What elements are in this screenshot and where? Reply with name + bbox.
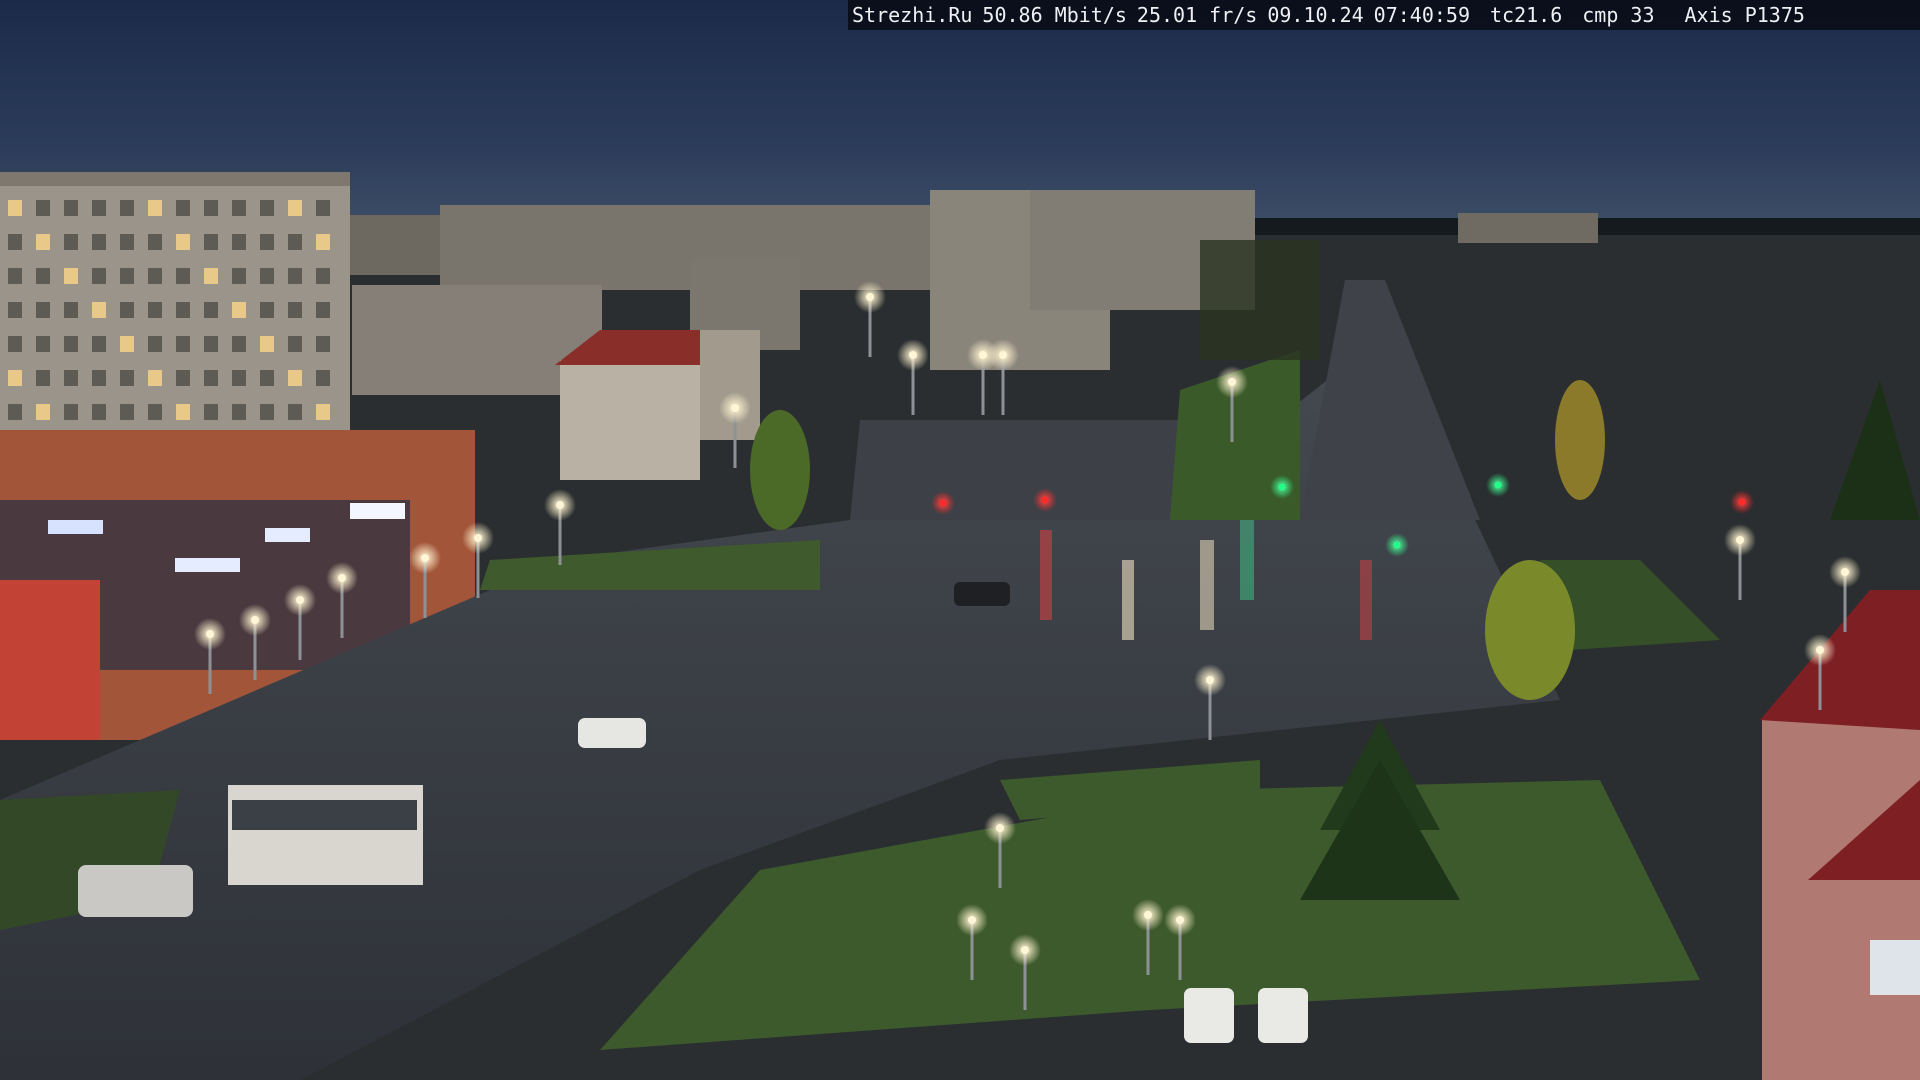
lamp-bulb (731, 404, 739, 412)
lamp-bulb (474, 534, 482, 542)
red-signal (1041, 496, 1049, 504)
bus (228, 785, 423, 885)
lamp-bulb (979, 351, 987, 359)
overlay-bitrate: 50.86 Mbit/s (982, 3, 1127, 27)
plaza (850, 420, 1210, 520)
overlay-time: 07:40:59 (1373, 3, 1470, 27)
lamp-bulb (251, 616, 259, 624)
overlay-tc: tc21.6 (1490, 3, 1563, 27)
camera-overlay: Strezhi.Ru 50.86 Mbit/s 25.01 fr/s 09.10.24… (848, 0, 1920, 30)
lamp-bulb (206, 630, 214, 638)
green-signal (1494, 481, 1502, 489)
white-van (78, 865, 193, 917)
lamp-bulb (866, 293, 874, 301)
lamp-bulb (556, 501, 564, 509)
lamp-bulb (1021, 946, 1029, 954)
lamp-bulb (338, 574, 346, 582)
overlay-site: Strezhi.Ru (852, 3, 973, 27)
overlay-date: 09.10.24 (1267, 3, 1364, 27)
lamp-bulb (999, 351, 1007, 359)
lamp-bulb (909, 351, 917, 359)
green-signal (1393, 541, 1401, 549)
red-signal (1738, 498, 1746, 506)
overlay-framerate: 25.01 fr/s (1136, 3, 1258, 27)
red-signal (939, 499, 947, 507)
lamp-bulb (1228, 378, 1236, 386)
lamp-bulb (1206, 676, 1214, 684)
green-signal (1278, 483, 1286, 491)
lamp-bulb (296, 596, 304, 604)
lamp-bulb (1144, 911, 1152, 919)
overlay-camera: Axis P1375 (1684, 3, 1805, 27)
lamp-bulb (421, 554, 429, 562)
lamp-bulb (1176, 916, 1184, 924)
lamp-bulb (1816, 646, 1824, 654)
lamp-bulb (968, 916, 976, 924)
lamp-bulb (1736, 536, 1744, 544)
webcam-scene (0, 0, 1920, 1080)
overlay-cmp: cmp 33 (1582, 3, 1655, 27)
lamp-bulb (1841, 568, 1849, 576)
lamp-bulb (996, 824, 1004, 832)
